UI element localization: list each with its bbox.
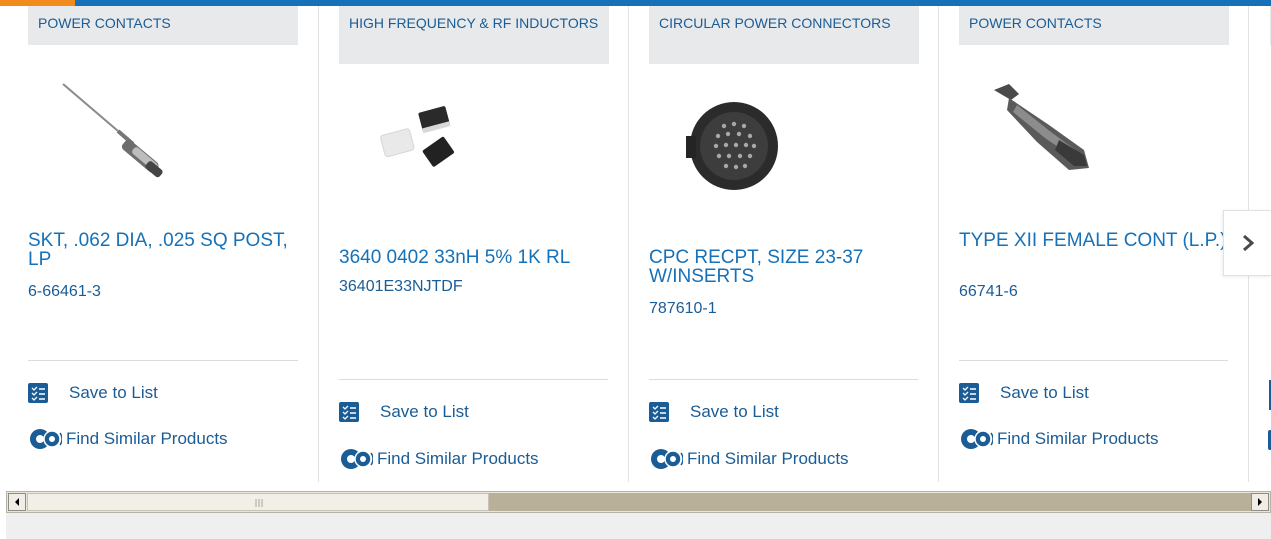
divider	[339, 379, 608, 380]
save-to-list-button[interactable]: Save to List	[959, 383, 1089, 403]
save-to-list-button[interactable]: Save to List	[28, 383, 158, 403]
gears-icon	[30, 429, 62, 449]
gears-icon	[961, 429, 993, 449]
save-to-list-button[interactable]: Save to List	[649, 402, 779, 422]
save-to-list-label: Save to List	[69, 383, 158, 402]
product-title[interactable]: SKT, .062 DIA, .025 SQ POST, LP	[28, 231, 298, 269]
grip-icon	[255, 499, 263, 507]
product-image[interactable]	[58, 76, 173, 186]
carousel-next-button[interactable]	[1223, 210, 1271, 276]
find-similar-button[interactable]: Find Similar Products	[339, 447, 539, 471]
checklist-icon	[28, 383, 48, 403]
divider	[959, 360, 1228, 361]
scroll-left-button[interactable]	[8, 493, 26, 511]
category-label[interactable]: POWER CONTACTS	[959, 6, 1229, 45]
gears-icon	[341, 449, 373, 469]
checklist-icon	[959, 383, 979, 403]
part-number[interactable]: 66741-6	[959, 283, 1018, 301]
find-similar-label: Find Similar Products	[687, 449, 849, 468]
find-similar-label: Find Similar Products	[997, 429, 1159, 448]
product-image[interactable]	[684, 94, 779, 199]
save-to-list-button[interactable]: Save to List	[339, 402, 469, 422]
part-number[interactable]: 36401E33NJTDF	[339, 278, 463, 296]
card-separator	[938, 6, 939, 482]
product-card: HIGH FREQUENCY & RF INDUCTORS 3640 0402 …	[339, 6, 629, 486]
save-to-list-label: Save to List	[1000, 383, 1089, 402]
product-card: POWER CONTACTS TYPE XII FEMALE CONT (L.P…	[959, 6, 1249, 486]
product-title[interactable]: CPC RECPT, SIZE 23-37 W/INSERTS	[649, 248, 919, 286]
product-image[interactable]	[989, 80, 1099, 180]
part-number[interactable]: 6-66461-3	[28, 283, 101, 301]
arrow-left-icon	[15, 498, 19, 506]
save-to-list-label: Save to List	[380, 402, 469, 421]
category-label[interactable]: HIGH FREQUENCY & RF INDUCTORS	[339, 6, 609, 64]
card-separator	[628, 6, 629, 482]
divider	[28, 360, 298, 361]
arrow-right-icon	[1258, 498, 1262, 506]
category-label[interactable]: POWER CONTACTS	[28, 6, 298, 45]
card-separator	[318, 6, 319, 482]
checklist-icon	[339, 402, 359, 422]
page-bottom-area	[6, 513, 1271, 539]
product-image[interactable]	[374, 101, 474, 191]
category-label[interactable]: CIRCULAR POWER CONNECTORS	[649, 6, 919, 64]
horizontal-scrollbar[interactable]	[6, 491, 1271, 513]
find-similar-button[interactable]: Find Similar Products	[649, 447, 849, 471]
chevron-right-icon	[1242, 234, 1254, 252]
product-card: CIRCULAR POWER CONNECTORS CPC RECPT, SIZ…	[649, 6, 939, 486]
product-title[interactable]: 3640 0402 33nH 5% 1K RL	[339, 248, 609, 267]
find-similar-button[interactable]: Find Similar Products	[959, 427, 1159, 451]
scrollbar-thumb[interactable]	[27, 493, 489, 511]
part-number[interactable]: 787610-1	[649, 300, 717, 318]
scrollbar-track[interactable]	[489, 493, 1251, 511]
product-title[interactable]: TYPE XII FEMALE CONT (L.P.)	[959, 231, 1229, 250]
find-similar-label: Find Similar Products	[66, 429, 228, 448]
divider	[649, 379, 918, 380]
gears-icon	[651, 449, 683, 469]
save-to-list-label: Save to List	[690, 402, 779, 421]
find-similar-label: Find Similar Products	[377, 449, 539, 468]
checklist-icon	[649, 402, 669, 422]
find-similar-button[interactable]: Find Similar Products	[28, 427, 228, 451]
scroll-right-button[interactable]	[1251, 493, 1269, 511]
product-card: POWER CONTACTS SKT, .062 DIA, .025 SQ PO…	[28, 6, 318, 486]
